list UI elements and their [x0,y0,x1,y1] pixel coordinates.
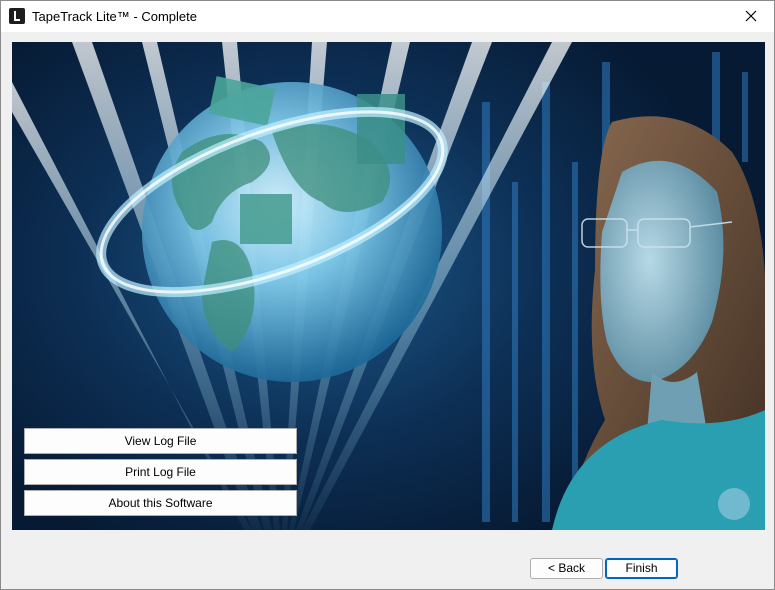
close-button[interactable] [728,1,774,32]
hero-image: View Log File Print Log File About this … [12,42,765,530]
back-button[interactable]: < Back [530,558,603,579]
title-bar[interactable]: TapeTrack Lite™ - Complete [1,1,774,32]
finish-button[interactable]: Finish [605,558,678,579]
window-title: TapeTrack Lite™ - Complete [32,9,197,24]
globe-illustration [12,42,765,530]
view-log-button[interactable]: View Log File [24,428,297,454]
wizard-window: TapeTrack Lite™ - Complete View Log File… [0,0,775,590]
app-icon [9,8,25,24]
print-log-button[interactable]: Print Log File [24,459,297,485]
about-software-button[interactable]: About this Software [24,490,297,516]
close-icon [745,10,757,22]
